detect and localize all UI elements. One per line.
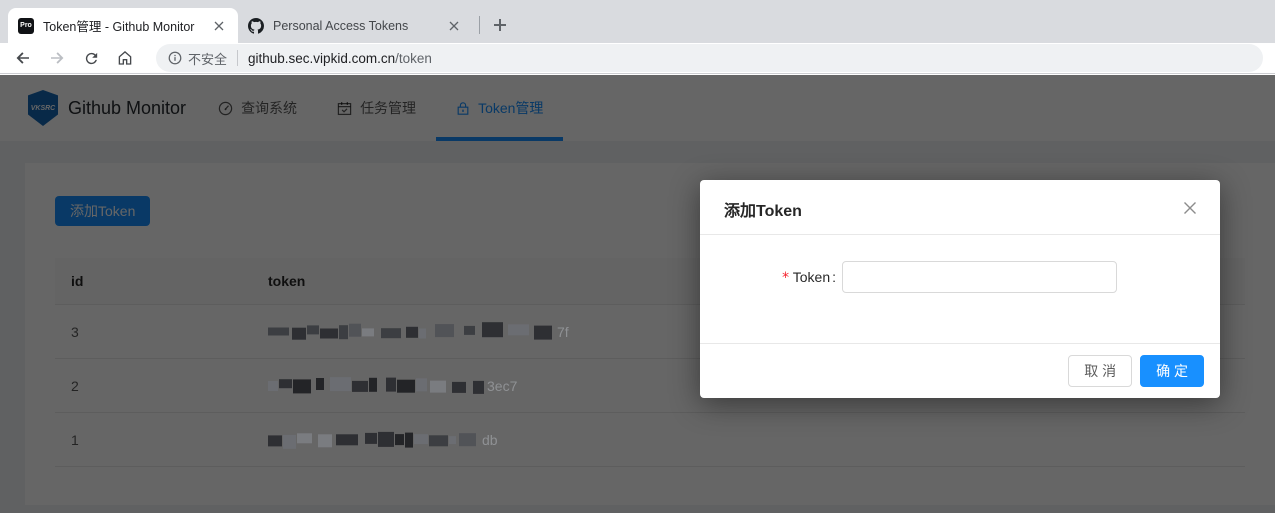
token-input[interactable] bbox=[842, 261, 1117, 293]
modal-header: 添加Token bbox=[700, 180, 1220, 235]
modal-footer: 取 消 确 定 bbox=[700, 343, 1220, 398]
url-path[interactable]: /token bbox=[395, 51, 432, 66]
tab-personal-access-tokens[interactable]: Personal Access Tokens bbox=[238, 9, 473, 43]
token-visible-suffix: db bbox=[482, 431, 498, 448]
browser-toolbar: 不安全 github.sec.vipkid.com.cn/token bbox=[0, 43, 1275, 74]
tab-token-admin[interactable]: Pro Token管理 - Github Monitor bbox=[8, 8, 238, 43]
tab-title: Personal Access Tokens bbox=[273, 19, 409, 33]
required-mark: * bbox=[781, 269, 790, 286]
address-bar[interactable]: 不安全 github.sec.vipkid.com.cn/token bbox=[156, 44, 1263, 72]
back-button[interactable] bbox=[9, 44, 37, 72]
pro-favicon-icon: Pro bbox=[18, 17, 34, 34]
close-tab-icon[interactable] bbox=[210, 17, 228, 35]
home-button[interactable] bbox=[111, 44, 139, 72]
forward-button[interactable] bbox=[43, 44, 71, 72]
token-visible-suffix: 7f bbox=[557, 323, 569, 340]
modal-title: 添加Token bbox=[724, 203, 802, 220]
url-host[interactable]: github.sec.vipkid.com.cn bbox=[248, 51, 395, 66]
add-token-modal: 添加Token * Token: 取 消 确 定 bbox=[700, 180, 1220, 398]
tab-title: Token管理 - Github Monitor bbox=[43, 20, 195, 34]
reload-button[interactable] bbox=[77, 44, 105, 72]
modal-close-button[interactable] bbox=[1180, 198, 1200, 218]
security-label[interactable]: 不安全 bbox=[188, 49, 227, 68]
confirm-button[interactable]: 确 定 bbox=[1140, 355, 1204, 387]
modal-body: * Token: bbox=[700, 235, 1220, 343]
browser-window: Pro Token管理 - Github Monitor Personal Ac… bbox=[0, 0, 1275, 513]
tab-strip: Pro Token管理 - Github Monitor Personal Ac… bbox=[0, 0, 1275, 43]
page-content: VKSRC Github Monitor 查询系统 任务管理 Token管理 添… bbox=[0, 75, 1275, 513]
omnibox-divider bbox=[237, 50, 239, 66]
redacted-token-mosaic bbox=[268, 322, 555, 340]
redacted-token-mosaic bbox=[268, 431, 480, 449]
close-icon bbox=[1184, 202, 1196, 214]
cancel-button[interactable]: 取 消 bbox=[1068, 355, 1133, 387]
tab-divider bbox=[479, 15, 480, 34]
redacted-token-mosaic bbox=[268, 376, 485, 394]
new-tab-button[interactable] bbox=[486, 11, 514, 39]
token-visible-suffix: 3ec7 bbox=[487, 377, 518, 394]
token-field-label: * Token: bbox=[781, 268, 836, 286]
info-icon[interactable] bbox=[168, 51, 182, 65]
token-form-row: * Token: bbox=[700, 261, 1220, 293]
github-favicon-icon bbox=[248, 18, 264, 34]
close-tab-icon[interactable] bbox=[445, 17, 463, 35]
